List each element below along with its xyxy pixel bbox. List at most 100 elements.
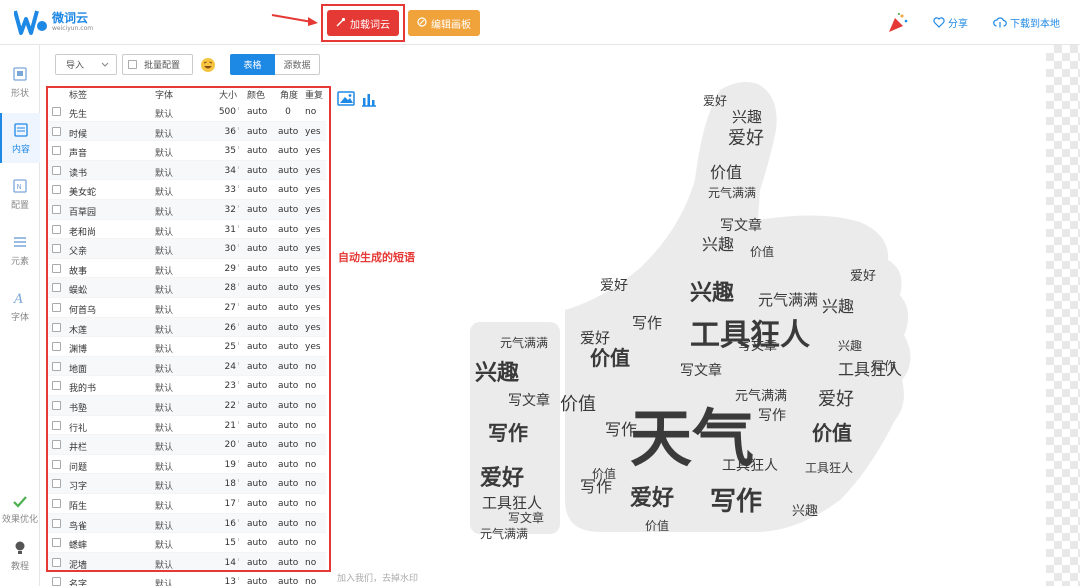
batch-label: 批量配置 (144, 61, 181, 71)
elements-icon (14, 236, 26, 247)
cell-angle[interactable]: auto (278, 577, 298, 586)
left-nav: 形状 内容 N 配置 元素 A 字体 效果优化 教程 (0, 45, 40, 586)
logo-url: weiciyun.com (52, 25, 94, 32)
svg-text:A: A (13, 292, 23, 306)
cloud-word: 价值 (645, 518, 669, 533)
cloud-word: 元气满满 (708, 185, 756, 200)
wordcloud-canvas[interactable]: 天气 工具狂人 写作 写作 兴趣 爱好 兴趣 价值 元气满满 写文章 价值 爱好 兴趣 工具狂人 写文章 爱好… (440, 60, 1050, 575)
cloud-word: 兴趣 (822, 297, 854, 316)
check-icon (13, 496, 27, 508)
cloud-word: 价值 (592, 466, 616, 481)
cloud-word: 工具狂人 (722, 458, 778, 474)
nav-item-shape[interactable]: 形状 (0, 57, 40, 107)
view-tabs: 表格 源数据 (230, 54, 320, 75)
edit-canvas-button[interactable]: 编辑画板 (408, 10, 480, 36)
svg-text:N: N (17, 183, 22, 191)
download-label: 下载到本地 (1010, 19, 1060, 30)
nav-label-elements: 元素 (10, 256, 29, 267)
tab-table[interactable]: 表格 (230, 54, 275, 75)
load-wordcloud-button[interactable]: 加载词云 (327, 10, 399, 36)
tutorial-label: 教程 (10, 562, 29, 572)
transparency-checker (1046, 45, 1080, 586)
logo[interactable]: 微词云 weiciyun.com (13, 8, 94, 36)
cell-label[interactable]: 名字 (69, 577, 87, 586)
cloud-word: 爱好 (818, 389, 854, 410)
cloud-word: 价值 (812, 421, 852, 445)
cloud-word: 元气满满 (758, 291, 818, 309)
import-select[interactable]: 导入 (55, 54, 117, 75)
lightbulb-icon (15, 541, 25, 554)
bar-chart-icon[interactable] (359, 89, 379, 109)
batch-config-toggle[interactable]: 批量配置 (122, 54, 193, 75)
image-icon[interactable] (336, 89, 356, 109)
cloud-word: 兴趣 (702, 235, 734, 254)
cloud-word: 写文章 (680, 362, 722, 379)
annotation-note: 自动生成的短语 (338, 251, 415, 264)
tab-source-data[interactable]: 源数据 (275, 54, 320, 75)
share-label: 分享 (948, 19, 968, 30)
cloud-word: 工具狂人 (805, 461, 853, 475)
cloud-word: 写作 (488, 421, 528, 445)
table-row[interactable]: 名字 默认 13 auto auto no (46, 572, 326, 586)
cell-font[interactable]: 默认 (155, 577, 173, 586)
cloud-download-icon (993, 17, 1007, 28)
share-link[interactable]: 分享 (933, 15, 968, 30)
cloud-word: 写作 (605, 420, 637, 439)
download-link[interactable]: 下载到本地 (993, 15, 1060, 30)
cloud-word: 元气满满 (480, 526, 528, 541)
cloud-word: 兴趣 (732, 108, 762, 126)
nav-label-shape: 形状 (10, 88, 29, 99)
cell-size[interactable]: 13 (210, 577, 239, 586)
edit-button-label: 编辑画板 (431, 19, 471, 31)
cloud-word: 元气满满 (500, 335, 548, 350)
optimize-button[interactable]: 效果优化 (0, 495, 40, 525)
cloud-word: 写作 (872, 359, 896, 373)
party-popper-icon[interactable] (887, 12, 909, 37)
cloud-word: 爱好 (600, 278, 628, 294)
content-toolbar: 导入 批量配置 表格 源数据 (55, 54, 325, 76)
row-checkbox[interactable] (52, 577, 61, 586)
heart-icon (933, 17, 945, 28)
logo-icon (13, 8, 48, 36)
import-label: 导入 (66, 61, 85, 71)
nav-item-elements[interactable]: 元素 (0, 225, 40, 275)
wordcloud-svg: 天气工具狂人写作写作兴趣爱好兴趣价值元气满满写文章价值 爱好兴趣工具狂人写文章爱好… (470, 82, 911, 541)
nav-item-font[interactable]: A 字体 (0, 281, 40, 331)
cloud-word: 爱好 (480, 465, 524, 491)
load-button-label: 加载词云 (350, 19, 390, 31)
annotation-arrow-icon (271, 14, 318, 26)
cloud-word: 爱好 (580, 329, 610, 347)
font-icon: A (13, 292, 23, 306)
canvas-tools (336, 89, 379, 120)
laughing-emoji-icon[interactable] (200, 57, 216, 73)
top-header: 微词云 weiciyun.com 加载词云 编辑画板 分享 下载到本地 (0, 0, 1080, 45)
content-icon (14, 122, 28, 137)
magic-wand-icon (336, 17, 346, 30)
cloud-word: 价值 (750, 244, 774, 259)
optimize-label: 效果优化 (1, 515, 38, 525)
cloud-word: 写作 (710, 487, 762, 517)
chevron-down-icon (101, 62, 109, 67)
cloud-word: 写文章 (720, 217, 762, 234)
cloud-word: 价值 (710, 163, 742, 182)
cloud-word: 写作 (758, 408, 786, 424)
logo-name: 微词云 (52, 11, 89, 25)
cloud-word: 爱好 (703, 94, 727, 108)
watermark-link[interactable]: 加入我们，去掉水印 (337, 571, 418, 584)
table-highlight (46, 86, 331, 572)
nav-item-config[interactable]: N 配置 (0, 169, 40, 219)
shape-icon (13, 66, 27, 81)
cloud-word: 爱好 (850, 269, 876, 284)
cloud-word: 兴趣 (792, 504, 818, 519)
cloud-word: 写作 (632, 314, 662, 332)
nav-item-content[interactable]: 内容 (0, 113, 40, 163)
cloud-word: 写文章 (738, 338, 777, 354)
cell-repeat[interactable]: no (305, 577, 316, 586)
cloud-word: 价值 (560, 394, 596, 415)
tutorial-button[interactable]: 教程 (0, 540, 40, 572)
batch-checkbox[interactable] (128, 60, 137, 69)
nav-label-font: 字体 (10, 312, 29, 323)
cloud-word: 价值 (590, 346, 630, 370)
cell-color[interactable]: auto (247, 577, 267, 586)
cloud-word: 爱好 (630, 485, 674, 511)
